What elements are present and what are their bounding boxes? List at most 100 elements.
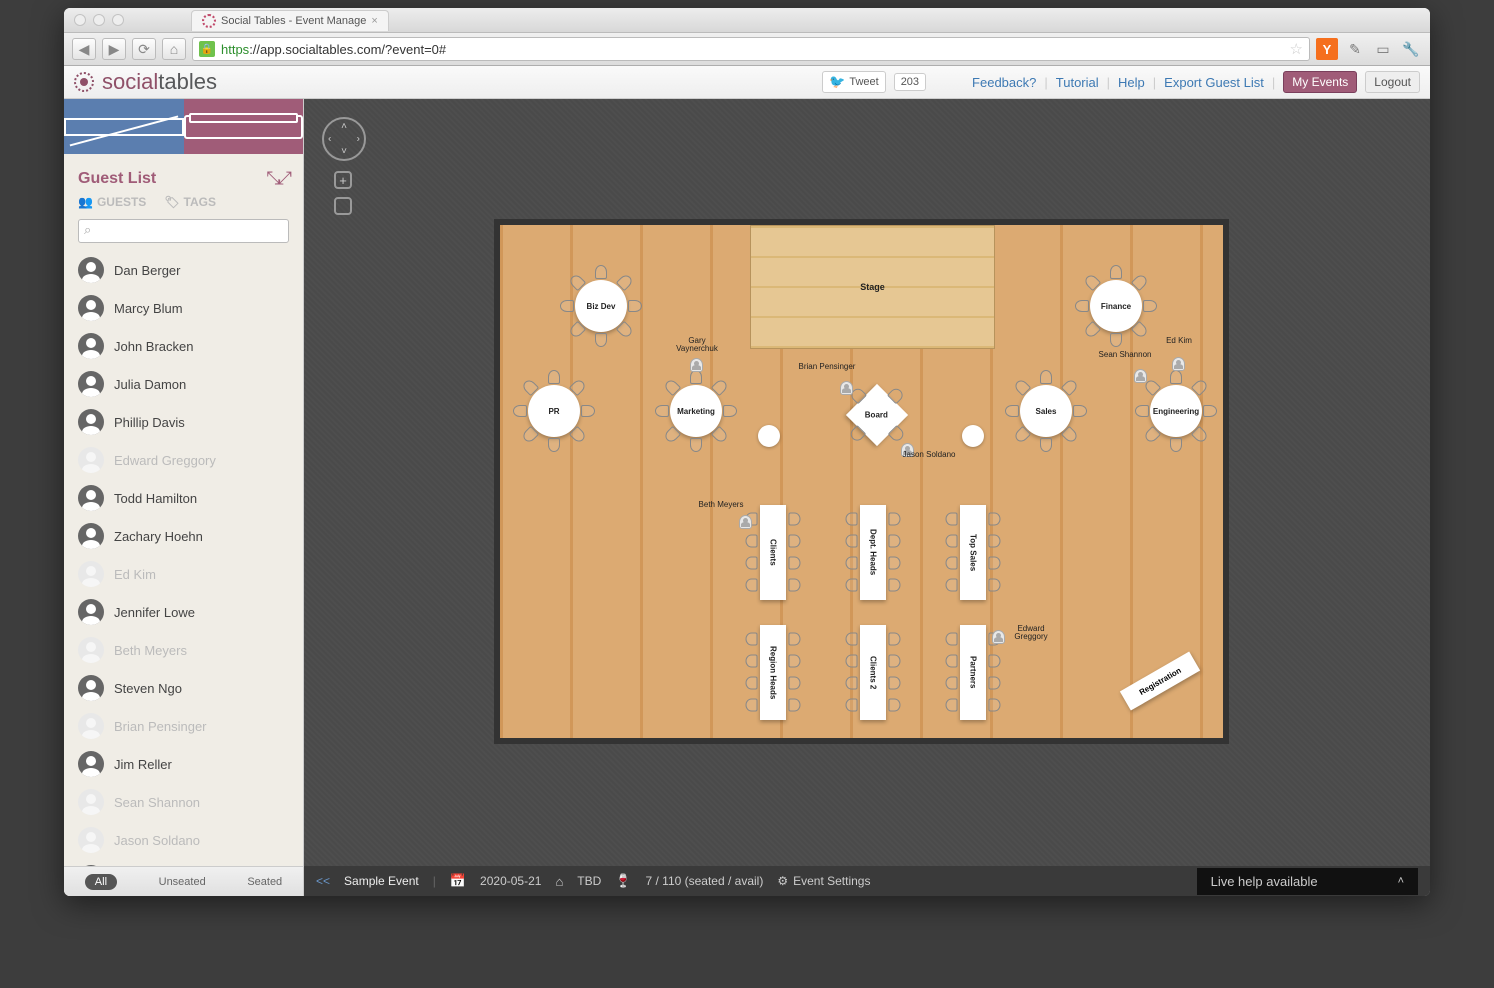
avatar-icon — [78, 713, 104, 739]
expand-icon[interactable]: ⤡⤢ — [266, 168, 289, 189]
address-bar[interactable]: 🔒 https ://app.socialtables.com/?event=0… — [192, 37, 1310, 61]
guest-row[interactable]: Steven Ngo — [64, 669, 303, 707]
table-top-sales[interactable]: Top Sales — [960, 505, 986, 600]
table-marketing[interactable]: Marketing — [670, 385, 722, 437]
event-date: 2020-05-21 — [480, 874, 541, 888]
home-button[interactable]: ⌂ — [162, 38, 186, 60]
table-region-heads[interactable]: Region Heads — [760, 625, 786, 720]
floor[interactable]: Stage Biz Dev Finance PR Marketing Sales… — [494, 219, 1229, 744]
table-dept-heads[interactable]: Dept. Heads — [860, 505, 886, 600]
filter-bar: All Unseated Seated — [64, 866, 303, 896]
seat-marker[interactable] — [739, 515, 752, 529]
table-engineering[interactable]: Engineering — [1150, 385, 1202, 437]
table-clients-2[interactable]: Clients 2 — [860, 625, 886, 720]
guest-row[interactable]: Todd Hamilton — [64, 479, 303, 517]
pan-down-icon[interactable]: ˅ — [341, 146, 347, 157]
guest-list[interactable]: Dan BergerMarcy BlumJohn Bracken Julia Da… — [64, 251, 303, 866]
collapse-icon[interactable]: << — [316, 874, 330, 888]
table-board[interactable]: Board — [846, 384, 908, 446]
pan-up-icon[interactable]: ˄ — [341, 121, 347, 132]
tab-guestlist[interactable] — [184, 99, 304, 154]
guest-row[interactable]: Sean Shannon — [64, 783, 303, 821]
guest-row[interactable]: Jason Soldano — [64, 821, 303, 859]
table-registration[interactable]: Registration — [1120, 651, 1200, 710]
guest-row[interactable]: Jennifer Lowe — [64, 593, 303, 631]
guest-row[interactable]: Beth Meyers — [64, 631, 303, 669]
feedback-link[interactable]: Feedback? — [972, 75, 1036, 90]
table-sales[interactable]: Sales — [1020, 385, 1072, 437]
seat-marker[interactable] — [840, 381, 853, 395]
pillar[interactable] — [758, 425, 780, 447]
pan-left-icon[interactable]: ‹ — [328, 134, 331, 145]
guest-name: Sean Shannon — [114, 795, 200, 810]
extension-yc-icon[interactable]: Y — [1316, 38, 1338, 60]
pillar[interactable] — [962, 425, 984, 447]
help-link[interactable]: Help — [1118, 75, 1145, 90]
logout-button[interactable]: Logout — [1365, 71, 1420, 93]
table-biz-dev[interactable]: Biz Dev — [575, 280, 627, 332]
guest-row[interactable]: Julia Damon — [64, 365, 303, 403]
live-help[interactable]: Live help available ˄ — [1197, 868, 1418, 895]
guest-row[interactable]: Marcy Blum — [64, 289, 303, 327]
table-partners[interactable]: Partners — [960, 625, 986, 720]
forward-button[interactable]: ▶ — [102, 38, 126, 60]
back-button[interactable]: ◀ — [72, 38, 96, 60]
pan-control[interactable]: ˄ ˅ ‹ › — [322, 117, 366, 161]
seat-marker[interactable] — [690, 358, 703, 372]
guest-name: Julia Damon — [114, 377, 186, 392]
stage[interactable]: Stage — [750, 225, 995, 349]
event-settings-button[interactable]: ⚙Event Settings — [777, 874, 870, 888]
table-finance[interactable]: Finance — [1090, 280, 1142, 332]
seat-marker[interactable] — [1134, 369, 1147, 383]
eyedropper-icon[interactable]: ✎ — [1344, 38, 1366, 60]
pan-right-icon[interactable]: › — [357, 134, 360, 145]
clipboard-icon — [184, 115, 304, 139]
tab-floorplan[interactable] — [64, 99, 184, 154]
seat-label-brian: Brian Pensinger — [798, 363, 856, 371]
avatar-icon — [78, 409, 104, 435]
table-pr[interactable]: PR — [528, 385, 580, 437]
guest-name: Steven Ngo — [114, 681, 182, 696]
filter-seated[interactable]: Seated — [247, 876, 282, 888]
avatar-icon — [78, 333, 104, 359]
my-events-button[interactable]: My Events — [1283, 71, 1357, 93]
bookmark-star-icon[interactable]: ☆ — [1290, 40, 1303, 58]
guest-row[interactable]: Ed Kim — [64, 555, 303, 593]
guest-row[interactable]: Zachary Hoehn — [64, 517, 303, 555]
guest-row[interactable]: Brian Pensinger — [64, 707, 303, 745]
zoom-in-button[interactable]: + — [334, 171, 352, 189]
logo[interactable]: socialtables — [74, 69, 217, 95]
tab-close-icon[interactable]: × — [371, 15, 377, 27]
guest-row[interactable]: John Bracken — [64, 327, 303, 365]
ruler-icon[interactable]: ▭ — [1372, 38, 1394, 60]
event-name[interactable]: Sample Event — [344, 874, 419, 888]
guest-row[interactable]: Jim Reller — [64, 745, 303, 783]
guest-row[interactable]: Edward Greggory — [64, 441, 303, 479]
avatar-icon — [78, 675, 104, 701]
table-clients[interactable]: Clients — [760, 505, 786, 600]
venue-icon: ⌂ — [555, 874, 563, 889]
tags-subtab[interactable]: 🏷TAGS — [164, 195, 216, 209]
avatar-icon — [78, 637, 104, 663]
seat-marker[interactable] — [1172, 357, 1185, 371]
traffic-close[interactable] — [74, 14, 86, 26]
tutorial-link[interactable]: Tutorial — [1056, 75, 1099, 90]
guest-row[interactable]: Ken Taft — [64, 859, 303, 866]
export-link[interactable]: Export Guest List — [1164, 75, 1264, 90]
url-scheme: https — [221, 42, 249, 57]
guest-row[interactable]: Phillip Davis — [64, 403, 303, 441]
browser-tab[interactable]: Social Tables - Event Manage × — [191, 10, 389, 31]
guests-subtab[interactable]: 👥GUESTS — [78, 195, 146, 209]
traffic-max[interactable] — [112, 14, 124, 26]
traffic-min[interactable] — [93, 14, 105, 26]
filter-all[interactable]: All — [85, 874, 117, 890]
search-input[interactable] — [78, 219, 289, 243]
zoom-out-button[interactable] — [334, 197, 352, 215]
canvas[interactable]: ˄ ˅ ‹ › + Stage Biz Dev Finance PR Marke… — [304, 99, 1430, 896]
tweet-button[interactable]: 🐦Tweet — [822, 71, 886, 93]
wrench-icon[interactable]: 🔧 — [1400, 38, 1422, 60]
filter-unseated[interactable]: Unseated — [159, 876, 206, 888]
reload-button[interactable]: ⟳ — [132, 38, 156, 60]
guest-row[interactable]: Dan Berger — [64, 251, 303, 289]
avatar-icon — [78, 371, 104, 397]
